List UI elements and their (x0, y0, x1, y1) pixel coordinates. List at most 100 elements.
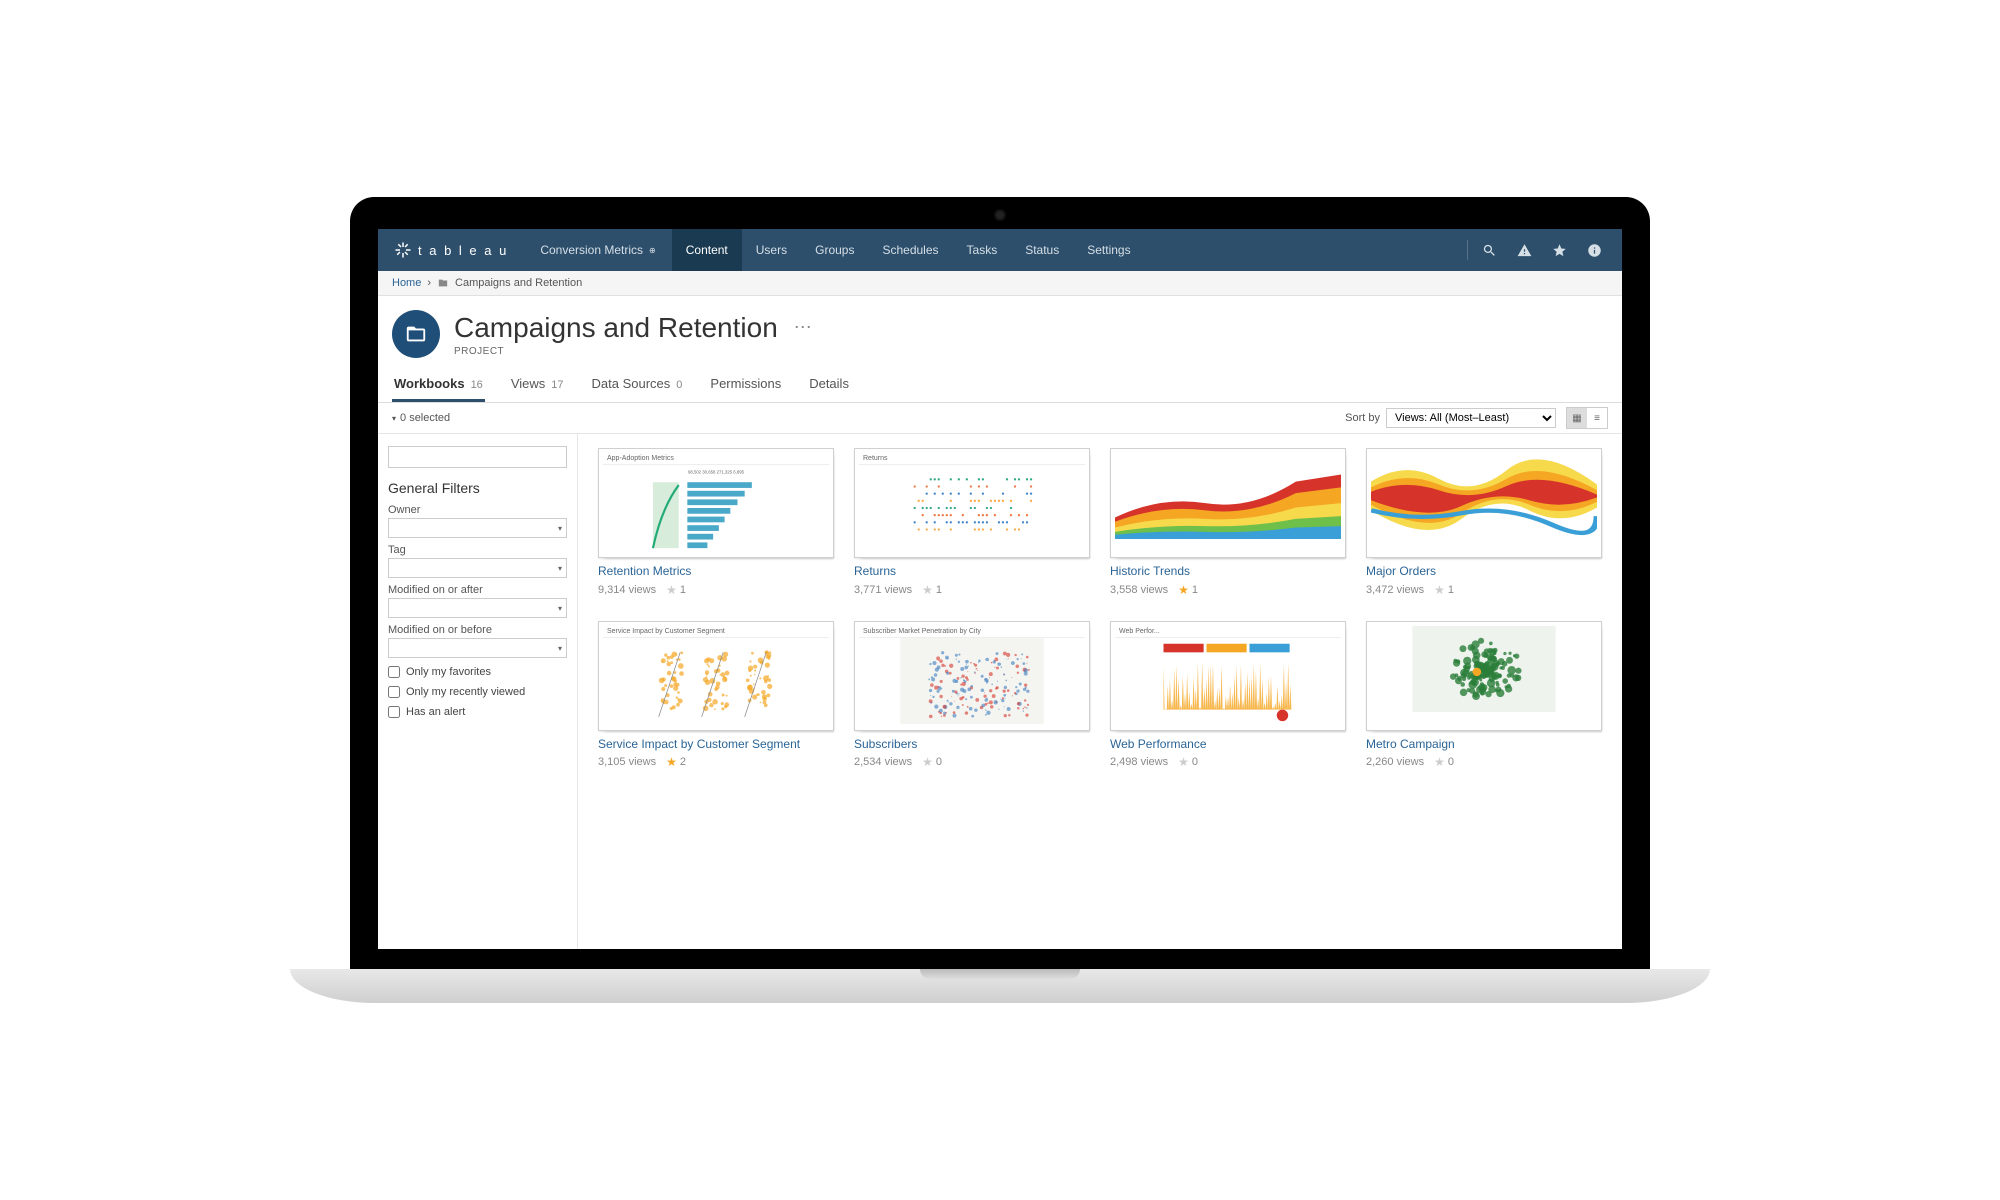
star-icon[interactable]: ★ (922, 755, 933, 769)
toolbar: 0 selected Sort by Views: All (Most–Leas… (378, 403, 1622, 434)
only-favorites-input[interactable] (388, 666, 400, 678)
thumbnail-caption: Web Perfor... (1115, 626, 1341, 638)
workbook-title[interactable]: Web Performance (1110, 737, 1346, 753)
info-icon[interactable] (1577, 229, 1612, 271)
workbook-card[interactable]: Metro Campaign 2,260 views ★ 0 (1366, 621, 1602, 770)
workbook-card[interactable]: App-Adoption Metrics 98,502 30,658 271,3… (598, 448, 834, 597)
selection-count-label: 0 selected (400, 412, 450, 424)
tag-filter-select[interactable] (388, 558, 567, 578)
content-tabs: Workbooks16 Views17 Data Sources0 Permissio… (378, 368, 1622, 403)
tab-views[interactable]: Views17 (509, 368, 566, 402)
laptop-base (290, 969, 1710, 1003)
site-selector[interactable]: Conversion Metrics ⊕ (524, 229, 671, 271)
star-icon[interactable]: ★ (1178, 583, 1189, 597)
brand-logo[interactable]: t a b l e a u (378, 241, 524, 259)
sort-label: Sort by (1345, 412, 1380, 424)
tab-label: Views (511, 376, 545, 391)
list-view-button[interactable]: ≡ (1587, 408, 1607, 428)
workbook-card[interactable]: Service Impact by Customer Segment Servi… (598, 621, 834, 770)
nav-settings[interactable]: Settings (1073, 229, 1144, 271)
alert-icon[interactable] (1507, 229, 1542, 271)
star-icon[interactable]: ★ (1434, 755, 1445, 769)
workbook-title[interactable]: Subscribers (854, 737, 1090, 753)
view-toggle: ▦ ≡ (1566, 407, 1608, 429)
workbook-card[interactable]: Web Perfor... Web Performance 2,498 view… (1110, 621, 1346, 770)
breadcrumb-home[interactable]: Home (392, 277, 421, 289)
favorite-count: 2 (680, 756, 686, 768)
tab-data-sources[interactable]: Data Sources0 (590, 368, 685, 402)
only-recent-input[interactable] (388, 686, 400, 698)
page-header: Campaigns and Retention ⋯ PROJECT (378, 296, 1622, 368)
nav-content[interactable]: Content (672, 229, 742, 271)
thumbnail-caption: App-Adoption Metrics (603, 453, 829, 465)
favorite-count: 1 (936, 584, 942, 596)
nav-schedules[interactable]: Schedules (868, 229, 952, 271)
workbook-thumbnail[interactable]: Web Perfor... (1110, 621, 1346, 731)
workbook-card[interactable]: Returns Returns 3,771 views ★ 1 (854, 448, 1090, 597)
project-icon (392, 310, 440, 358)
chevron-down-icon: ⊕ (649, 246, 656, 255)
thumbnail-caption: Service Impact by Customer Segment (603, 626, 829, 638)
workbook-card[interactable]: Subscriber Market Penetration by City Su… (854, 621, 1090, 770)
star-icon[interactable]: ★ (1434, 583, 1445, 597)
favorite-star-icon[interactable] (1542, 229, 1577, 271)
star-icon[interactable]: ★ (666, 755, 677, 769)
workbook-views: 2,534 views (854, 756, 912, 768)
owner-filter-label: Owner (388, 504, 567, 516)
workbook-title[interactable]: Metro Campaign (1366, 737, 1602, 753)
tag-filter-label: Tag (388, 544, 567, 556)
has-alert-label: Has an alert (406, 706, 465, 718)
page-subtitle: PROJECT (454, 346, 818, 357)
workbook-views: 3,558 views (1110, 584, 1168, 596)
workbook-title[interactable]: Historic Trends (1110, 564, 1346, 580)
star-icon[interactable]: ★ (666, 583, 677, 597)
workbook-thumbnail[interactable]: Subscriber Market Penetration by City (854, 621, 1090, 731)
brand-text: t a b l e a u (418, 243, 508, 258)
star-icon[interactable]: ★ (922, 583, 933, 597)
sort-select[interactable]: Views: All (Most–Least) (1386, 408, 1556, 428)
nav-groups[interactable]: Groups (801, 229, 868, 271)
workbook-card[interactable]: Major Orders 3,472 views ★ 1 (1366, 448, 1602, 597)
app-window: t a b l e a u Conversion Metrics ⊕ Conte… (378, 229, 1622, 949)
grid-view-button[interactable]: ▦ (1567, 408, 1587, 428)
nav-tasks[interactable]: Tasks (953, 229, 1012, 271)
thumbnail-caption: Subscriber Market Penetration by City (859, 626, 1085, 638)
workbook-card[interactable]: Historic Trends 3,558 views ★ 1 (1110, 448, 1346, 597)
workbook-thumbnail[interactable] (1366, 448, 1602, 558)
tab-details[interactable]: Details (807, 368, 851, 402)
workbook-thumbnail[interactable]: Returns (854, 448, 1090, 558)
has-alert-checkbox[interactable]: Has an alert (388, 706, 567, 718)
more-actions-button[interactable]: ⋯ (788, 317, 818, 338)
workbook-grid: App-Adoption Metrics 98,502 30,658 271,3… (598, 448, 1602, 769)
workbook-thumbnail[interactable]: Service Impact by Customer Segment (598, 621, 834, 731)
breadcrumb-current: Campaigns and Retention (455, 277, 582, 289)
search-icon[interactable] (1472, 229, 1507, 271)
favorite-count: 0 (936, 756, 942, 768)
workbook-title[interactable]: Major Orders (1366, 564, 1602, 580)
owner-filter-select[interactable] (388, 518, 567, 538)
selection-count[interactable]: 0 selected (392, 412, 450, 424)
workbook-thumbnail[interactable] (1110, 448, 1346, 558)
has-alert-input[interactable] (388, 706, 400, 718)
folder-icon (437, 278, 449, 288)
workbook-thumbnail[interactable]: App-Adoption Metrics 98,502 30,658 271,3… (598, 448, 834, 558)
workbook-views: 9,314 views (598, 584, 656, 596)
nav-users[interactable]: Users (742, 229, 801, 271)
nav-status[interactable]: Status (1011, 229, 1073, 271)
tab-permissions[interactable]: Permissions (708, 368, 783, 402)
modified-before-select[interactable] (388, 638, 567, 658)
tab-workbooks[interactable]: Workbooks16 (392, 368, 485, 402)
star-icon[interactable]: ★ (1178, 755, 1189, 769)
workbook-title[interactable]: Retention Metrics (598, 564, 834, 580)
only-favorites-checkbox[interactable]: Only my favorites (388, 666, 567, 678)
favorite-count: 1 (680, 584, 686, 596)
modified-after-select[interactable] (388, 598, 567, 618)
workbook-title[interactable]: Service Impact by Customer Segment (598, 737, 834, 753)
svg-text:98,502 30,658 271,325 6,: 98,502 30,658 271,325 6,895 (688, 470, 745, 475)
filters-heading: General Filters (388, 480, 567, 496)
only-recent-checkbox[interactable]: Only my recently viewed (388, 686, 567, 698)
workbook-thumbnail[interactable] (1366, 621, 1602, 731)
filter-search-input[interactable] (388, 446, 567, 468)
workbook-title[interactable]: Returns (854, 564, 1090, 580)
breadcrumb: Home › Campaigns and Retention (378, 271, 1622, 296)
